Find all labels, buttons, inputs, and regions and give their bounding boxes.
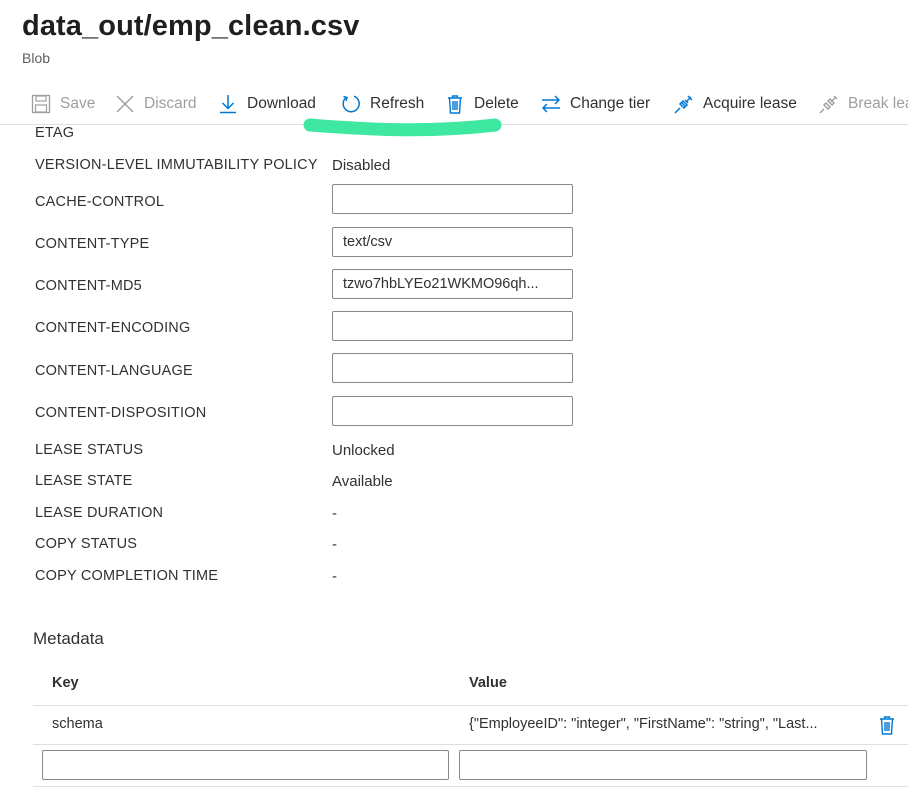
save-button[interactable]: Save [30,84,95,124]
new-metadata-value-input[interactable] [459,750,867,780]
metadata-header-divider [33,705,908,706]
lease-state-label: LEASE STATE [35,473,133,489]
change-tier-button[interactable]: Change tier [540,84,650,124]
change-tier-label: Change tier [570,95,651,112]
content-disposition-label: CONTENT-DISPOSITION [35,405,207,421]
lease-status-value: Unlocked [332,442,395,459]
refresh-icon [340,93,362,115]
content-md5-value: tzwo7hbLYEo21WKMO96qh... [343,276,539,292]
refresh-button[interactable]: Refresh [340,84,424,124]
discard-label: Discard [144,95,197,112]
copy-status-label: COPY STATUS [35,536,138,552]
acquire-lease-label: Acquire lease [703,95,797,112]
plug-icon [673,93,695,115]
acquire-lease-button[interactable]: Acquire lease [673,84,797,124]
content-type-input[interactable]: text/csv [332,227,573,257]
download-arrow-icon [217,93,239,115]
refresh-label: Refresh [370,95,425,112]
metadata-key-header: Key [52,675,79,691]
lease-duration-label: LEASE DURATION [35,505,164,521]
page-subtitle: Blob [22,50,51,66]
lease-status-label: LEASE STATUS [35,442,144,458]
copy-completion-time-label: COPY COMPLETION TIME [35,568,219,584]
blob-properties-page: data_out/emp_clean.csv Blob Save Discard… [0,0,908,803]
delete-button[interactable]: Delete [444,84,519,124]
immutability-value: Disabled [332,157,391,174]
discard-button[interactable]: Discard [114,84,197,124]
content-md5-input[interactable]: tzwo7hbLYEo21WKMO96qh... [332,269,573,299]
content-language-input[interactable] [332,353,573,383]
content-md5-label: CONTENT-MD5 [35,278,142,294]
lease-state-value: Available [332,473,393,490]
download-button[interactable]: Download [217,84,316,124]
metadata-value-header: Value [469,675,507,691]
metadata-row-key: schema [52,716,103,732]
metadata-bottom-divider [33,786,908,787]
trash-icon [444,93,466,115]
cache-control-label: CACHE-CONTROL [35,194,165,210]
break-lease-label: Break lea [848,95,908,112]
delete-metadata-trash-icon[interactable] [876,714,898,736]
cache-control-input[interactable] [332,184,573,214]
metadata-row-divider [33,744,908,745]
content-disposition-input[interactable] [332,396,573,426]
discard-x-icon [114,93,136,115]
plug-disconnect-icon [818,93,840,115]
delete-label: Delete [474,95,519,112]
content-language-label: CONTENT-LANGUAGE [35,363,193,379]
page-title: data_out/emp_clean.csv [22,10,360,42]
break-lease-button[interactable]: Break lea [818,84,908,124]
content-encoding-label: CONTENT-ENCODING [35,320,191,336]
copy-completion-time-value: - [332,568,337,585]
content-type-label: CONTENT-TYPE [35,236,150,252]
copy-status-value: - [332,536,337,553]
download-label: Download [247,95,316,112]
metadata-section-title: Metadata [33,629,104,648]
lease-duration-value: - [332,505,337,522]
immutability-label: VERSION-LEVEL IMMUTABILITY POLICY [35,157,318,173]
swap-arrows-icon [540,93,562,115]
new-metadata-key-input[interactable] [42,750,449,780]
save-icon [30,93,52,115]
command-bar: Save Discard Download Refresh Delete Cha… [0,84,908,125]
save-label: Save [60,95,96,112]
content-encoding-input[interactable] [332,311,573,341]
content-type-value: text/csv [343,234,393,250]
metadata-row-value: {"EmployeeID": "integer", "FirstName": "… [469,716,818,732]
etag-label: ETAG [35,125,75,141]
